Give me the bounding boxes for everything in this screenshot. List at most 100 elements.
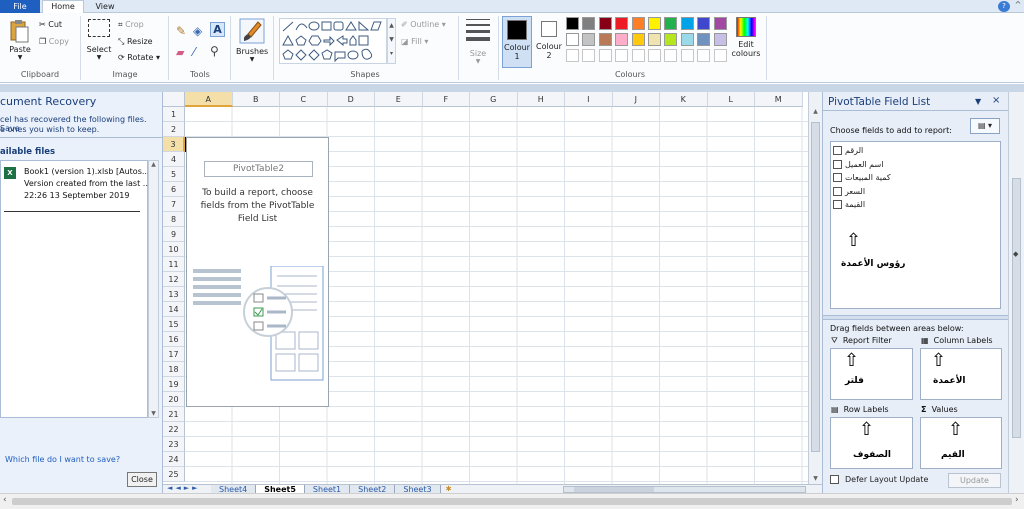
field-row[interactable]: القيمة — [833, 198, 998, 212]
palette-swatch[interactable] — [648, 33, 661, 46]
row-header[interactable]: 9 — [163, 227, 185, 242]
row-header[interactable]: 11 — [163, 257, 185, 272]
row-header[interactable]: 23 — [163, 437, 185, 452]
field-list-options-dropdown-icon[interactable]: ▼ — [975, 97, 981, 106]
edit-colours-button[interactable]: Edit colours — [731, 17, 761, 69]
palette-swatch[interactable] — [598, 33, 612, 46]
horizontal-scroll-thumb[interactable] — [574, 487, 654, 492]
palette-swatch-empty[interactable] — [664, 49, 678, 62]
palette-swatch[interactable] — [615, 33, 629, 46]
layout-dropdown-button[interactable]: ▤ ▾ — [970, 118, 1000, 134]
pencil-icon[interactable]: ✎ — [176, 24, 186, 38]
pane-splitter[interactable] — [823, 315, 1009, 320]
palette-swatch[interactable] — [697, 33, 711, 46]
recovered-file-name[interactable]: Book1 (version 1).xlsb [Autos... — [24, 167, 150, 176]
palette-swatch[interactable] — [631, 17, 645, 30]
column-header[interactable]: L — [707, 92, 755, 107]
palette-swatch-empty[interactable] — [680, 49, 694, 62]
row-header[interactable]: 5 — [163, 167, 185, 182]
recovery-list-scrollbar[interactable]: ▲ ▼ — [148, 160, 159, 418]
magnifier-icon[interactable]: ⚲ — [210, 44, 219, 58]
column-header[interactable]: M — [755, 92, 803, 107]
column-header[interactable]: E — [375, 92, 423, 107]
row-header[interactable]: 6 — [163, 182, 185, 197]
palette-swatch[interactable] — [566, 33, 579, 46]
row-header[interactable]: 15 — [163, 317, 185, 332]
column-header[interactable]: D — [327, 92, 375, 107]
values-area[interactable]: ⇧ القيم — [920, 417, 1002, 469]
sheet-horizontal-scrollbar[interactable] — [563, 486, 806, 493]
palette-swatch[interactable] — [713, 17, 727, 30]
window-horizontal-scrollbar[interactable]: ‹ › — [0, 493, 1024, 509]
scroll-right-icon[interactable]: › — [1015, 495, 1019, 505]
cut-button[interactable]: ✂ Cut — [39, 20, 62, 29]
fill-icon[interactable]: ◈ — [193, 24, 202, 38]
palette-swatch-empty[interactable] — [615, 49, 629, 62]
palette-swatch[interactable] — [680, 17, 694, 30]
row-header[interactable]: 20 — [163, 392, 185, 407]
field-checkbox[interactable] — [833, 200, 842, 210]
pane-vertical-scrollbar[interactable]: ◆ — [1008, 92, 1024, 493]
row-header[interactable]: 4 — [163, 152, 185, 167]
palette-swatch[interactable] — [615, 17, 629, 30]
column-header[interactable]: B — [232, 92, 280, 107]
size-dropdown-icon[interactable]: ▼ — [464, 58, 492, 65]
row-labels-area[interactable]: ⇧ الصفوف — [830, 417, 913, 469]
row-header[interactable]: 1 — [163, 107, 185, 122]
colour1-button[interactable]: Colour 1 — [502, 16, 532, 68]
row-header[interactable]: 3 — [163, 137, 185, 152]
copy-button[interactable]: ❐ Copy — [39, 37, 69, 46]
column-header[interactable]: J — [612, 92, 660, 107]
window-scroll-thumb[interactable] — [12, 498, 1012, 505]
defer-layout-checkbox[interactable] — [830, 475, 839, 484]
palette-swatch[interactable] — [648, 17, 661, 30]
select-button[interactable]: Select ▼ — [86, 19, 112, 65]
column-header[interactable]: I — [565, 92, 613, 107]
row-header[interactable]: 2 — [163, 122, 185, 137]
palette-swatch[interactable] — [582, 33, 596, 46]
column-header[interactable]: F — [422, 92, 470, 107]
palette-swatch[interactable] — [664, 17, 678, 30]
shapes-gallery[interactable] — [279, 18, 387, 64]
fill-button[interactable]: ◪ Fill ▾ — [401, 37, 428, 46]
tab-file[interactable]: File — [0, 0, 40, 13]
scroll-left-icon[interactable]: ‹ — [3, 495, 7, 505]
field-checkbox[interactable] — [833, 146, 842, 156]
brushes-button[interactable]: Brushes ▼ — [236, 17, 268, 65]
sheet-vertical-scrollbar[interactable]: ▲ ▼ — [808, 92, 822, 484]
vertical-scroll-thumb[interactable] — [811, 122, 820, 452]
select-dropdown-icon[interactable]: ▼ — [86, 54, 112, 61]
resize-button[interactable]: ⤡ Resize — [118, 37, 153, 47]
column-header[interactable]: A — [185, 92, 233, 107]
palette-swatch[interactable] — [664, 33, 678, 46]
tab-view[interactable]: View — [88, 0, 122, 13]
paste-dropdown-icon[interactable]: ▼ — [8, 54, 32, 61]
palette-swatch[interactable] — [680, 33, 694, 46]
palette-swatch-empty[interactable] — [598, 49, 612, 62]
sheet-nav-icons[interactable]: ◄◄►► — [167, 484, 201, 492]
row-header[interactable]: 18 — [163, 362, 185, 377]
row-header[interactable]: 14 — [163, 302, 185, 317]
palette-swatch-empty[interactable] — [697, 49, 711, 62]
field-row[interactable]: اسم العميل — [833, 158, 998, 172]
row-header[interactable]: 24 — [163, 452, 185, 467]
field-checkbox[interactable] — [833, 186, 842, 196]
row-header[interactable]: 10 — [163, 242, 185, 257]
palette-swatch-empty[interactable] — [631, 49, 645, 62]
field-checkbox[interactable] — [833, 173, 842, 183]
row-header[interactable]: 19 — [163, 377, 185, 392]
colour2-button[interactable]: Colour 2 — [534, 16, 564, 68]
select-all-corner[interactable] — [163, 92, 185, 107]
update-button[interactable]: Update — [948, 473, 1001, 488]
row-header[interactable]: 13 — [163, 287, 185, 302]
close-recovery-button[interactable]: Close — [127, 472, 157, 487]
field-row[interactable]: الرقم — [833, 144, 998, 158]
report-filter-area[interactable]: ⇧ فلتر — [830, 348, 913, 400]
row-header[interactable]: 7 — [163, 197, 185, 212]
field-row[interactable]: كمية المبيعات — [833, 171, 998, 185]
tab-home[interactable]: Home — [42, 0, 84, 14]
size-button[interactable]: Size ▼ — [464, 17, 492, 67]
palette-swatch[interactable] — [631, 33, 645, 46]
row-header[interactable]: 12 — [163, 272, 185, 287]
pane-scroll-thumb[interactable] — [1012, 178, 1021, 438]
